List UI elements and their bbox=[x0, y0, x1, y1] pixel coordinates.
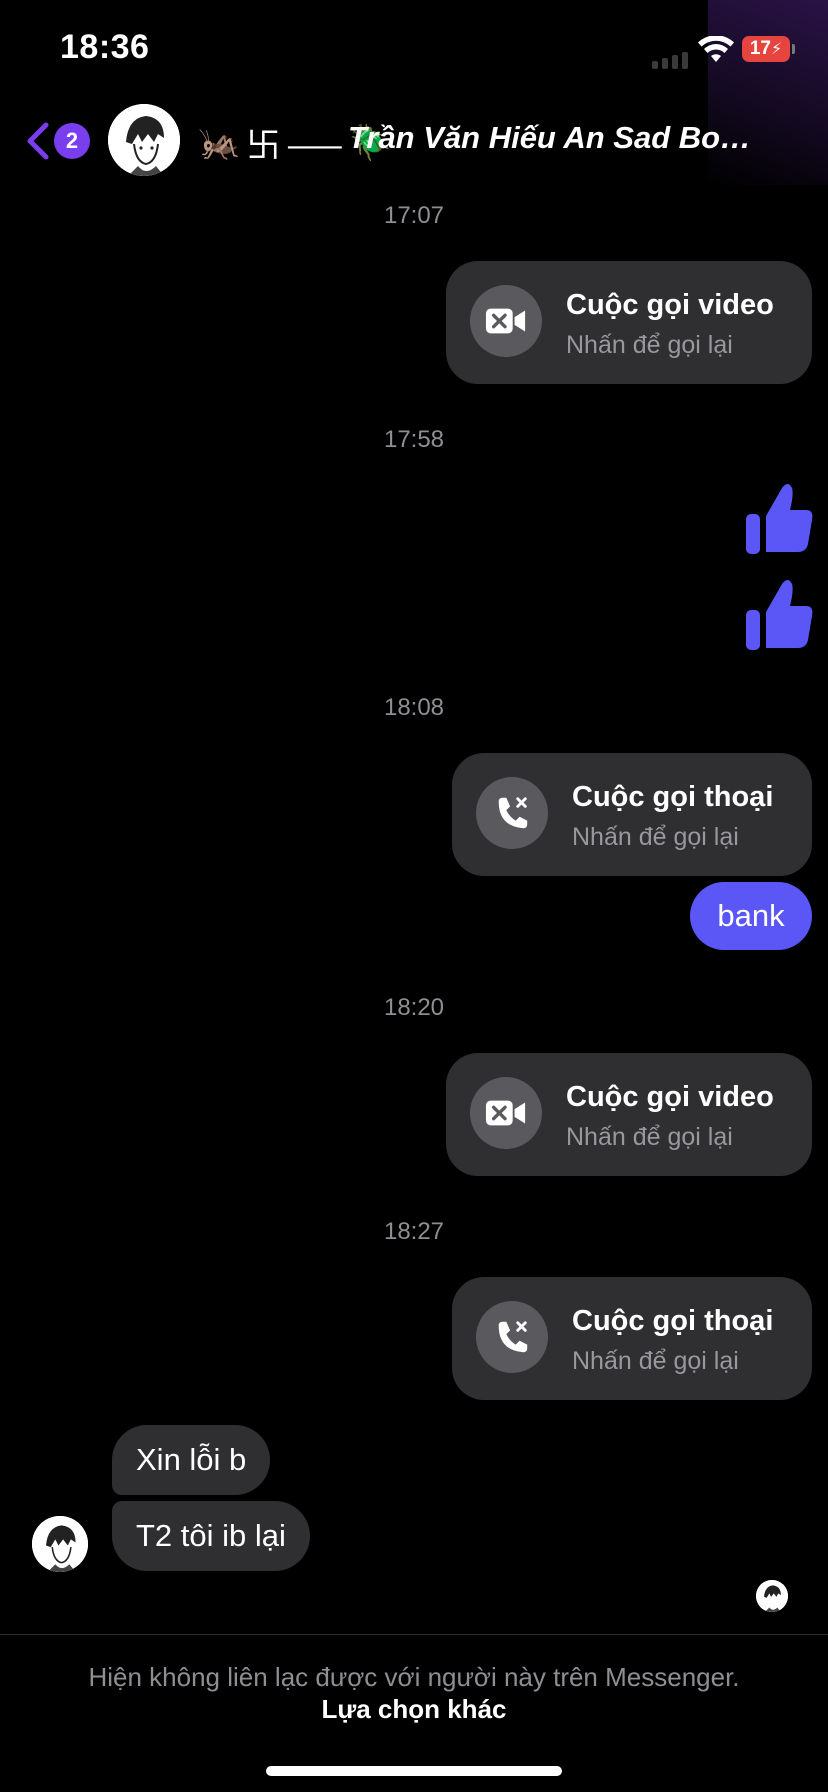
chat-header: 2 🦗 卐 ⸺ 🪲 Trần Văn Hiếu An Sad Bo… bbox=[0, 96, 828, 186]
video-call-missed-icon bbox=[485, 1100, 526, 1126]
missed-voice-call-bubble[interactable]: Cuộc gọi thoại Nhấn để gọi lại bbox=[452, 753, 812, 876]
wifi-icon bbox=[698, 36, 734, 62]
contact-name[interactable]: Trần Văn Hiếu An Sad Bo… bbox=[348, 120, 748, 156]
thumbs-up-icon[interactable] bbox=[744, 482, 814, 556]
sent-message-bubble[interactable]: bank bbox=[690, 882, 812, 950]
call-subtitle: Nhấn để gọi lại bbox=[572, 823, 739, 851]
unavailable-notice: Hiện không liên lạc được với người này t… bbox=[88, 1662, 740, 1692]
call-title: Cuộc gọi thoại bbox=[572, 781, 774, 813]
call-title: Cuộc gọi thoại bbox=[572, 1305, 774, 1337]
phone-call-missed-icon bbox=[498, 1321, 528, 1353]
seen-receipt-avatar bbox=[756, 1580, 788, 1612]
cricket-symbol: 🦗 bbox=[198, 122, 241, 163]
unread-badge: 2 bbox=[54, 123, 90, 159]
battery-level: 17 bbox=[749, 38, 771, 59]
timestamp-separator: 17:58 bbox=[383, 426, 445, 453]
received-message-bubble[interactable]: Xin lỗi b bbox=[112, 1425, 271, 1495]
timestamp-separator: 17:07 bbox=[383, 202, 445, 229]
phone-call-missed-icon bbox=[498, 797, 528, 829]
anime-avatar-image bbox=[32, 1516, 88, 1572]
call-subtitle: Nhấn để gọi lại bbox=[572, 1347, 739, 1375]
more-options-link[interactable]: Lựa chọn khác bbox=[0, 1694, 828, 1725]
call-title: Cuộc gọi video bbox=[566, 289, 774, 321]
sender-avatar[interactable] bbox=[32, 1516, 88, 1572]
swastika-symbol: 卐 bbox=[246, 126, 281, 166]
missed-video-call-bubble[interactable]: Cuộc gọi video Nhấn để gọi lại bbox=[446, 1053, 812, 1176]
call-subtitle: Nhấn để gọi lại bbox=[566, 331, 733, 359]
call-subtitle: Nhấn để gọi lại bbox=[566, 1123, 733, 1151]
home-indicator[interactable] bbox=[266, 1766, 562, 1776]
thumbs-up-icon[interactable] bbox=[744, 578, 814, 652]
video-call-missed-icon bbox=[485, 308, 526, 334]
timestamp-separator: 18:08 bbox=[383, 694, 445, 721]
received-message-bubble[interactable]: T2 tôi ib lại bbox=[112, 1501, 310, 1571]
missed-voice-call-bubble[interactable]: Cuộc gọi thoại Nhấn để gọi lại bbox=[452, 1277, 812, 1400]
missed-video-call-bubble[interactable]: Cuộc gọi video Nhấn để gọi lại bbox=[446, 261, 812, 384]
contact-avatar[interactable] bbox=[108, 104, 180, 176]
call-icon-circle bbox=[470, 1077, 542, 1149]
status-bar: 18:36 17 ⚡ bbox=[0, 0, 828, 185]
battery-icon: 17 ⚡ bbox=[742, 36, 790, 62]
call-icon-circle bbox=[476, 1301, 548, 1373]
call-title: Cuộc gọi video bbox=[566, 1081, 774, 1113]
back-button[interactable]: 2 bbox=[24, 118, 94, 164]
timestamp-separator: 18:20 bbox=[383, 994, 445, 1021]
footer-divider bbox=[0, 1634, 828, 1635]
chevron-left-icon bbox=[27, 122, 49, 160]
call-icon-circle bbox=[476, 777, 548, 849]
anime-avatar-image bbox=[108, 104, 180, 176]
bracket-symbol: ⸺ bbox=[286, 126, 344, 166]
call-icon-circle bbox=[470, 285, 542, 357]
timestamp-separator: 18:27 bbox=[383, 1218, 445, 1245]
status-time: 18:36 bbox=[60, 28, 150, 66]
anime-avatar-image bbox=[756, 1580, 788, 1612]
battery-cap bbox=[792, 44, 795, 54]
cellular-signal-icon bbox=[652, 52, 688, 69]
